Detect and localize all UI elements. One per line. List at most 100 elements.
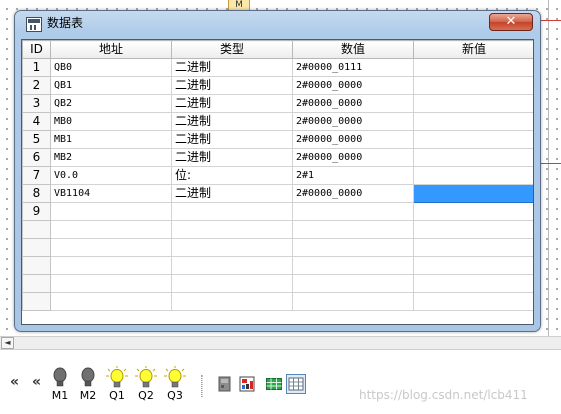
type-cell[interactable]: 二进制 bbox=[171, 76, 293, 95]
empty-cell[interactable] bbox=[413, 220, 533, 239]
row-id[interactable] bbox=[22, 256, 51, 275]
column-header-value[interactable]: 数值 bbox=[292, 40, 414, 59]
value-cell[interactable]: 2#0000_0000 bbox=[292, 112, 414, 131]
lamp-q3[interactable]: Q3 bbox=[163, 366, 187, 402]
new-value-cell-selected[interactable] bbox=[413, 184, 533, 203]
type-cell[interactable]: 二进制 bbox=[171, 130, 293, 149]
lamp-q2[interactable]: Q2 bbox=[134, 366, 158, 402]
canvas-divider bbox=[548, 0, 549, 338]
new-value-cell[interactable] bbox=[413, 202, 533, 221]
row-id[interactable]: 9 bbox=[22, 202, 51, 221]
address-cell[interactable]: QB1 bbox=[50, 76, 172, 95]
table-view-icon[interactable] bbox=[286, 374, 306, 394]
lamp-q1[interactable]: Q1 bbox=[105, 366, 129, 402]
lamp-m1[interactable]: M1 bbox=[48, 366, 72, 402]
new-value-cell[interactable] bbox=[413, 112, 533, 131]
address-cell[interactable]: VB1104 bbox=[50, 184, 172, 203]
value-cell[interactable]: 2#0000_0000 bbox=[292, 148, 414, 167]
row-id[interactable]: 6 bbox=[22, 148, 51, 167]
row-id[interactable]: 7 bbox=[22, 166, 51, 185]
empty-cell[interactable] bbox=[50, 220, 172, 239]
address-cell[interactable] bbox=[50, 202, 172, 221]
new-value-cell[interactable] bbox=[413, 58, 533, 77]
table-row: 7 V0.0 位: 2#1 bbox=[22, 166, 533, 185]
empty-cell[interactable] bbox=[292, 274, 414, 293]
row-id[interactable]: 3 bbox=[22, 94, 51, 113]
type-cell[interactable]: 二进制 bbox=[171, 184, 293, 203]
scroll-left-button[interactable]: ◄ bbox=[1, 337, 14, 349]
empty-cell[interactable] bbox=[50, 274, 172, 293]
empty-cell[interactable] bbox=[292, 256, 414, 275]
row-id[interactable]: 4 bbox=[22, 112, 51, 131]
column-header-address[interactable]: 地址 bbox=[50, 40, 172, 59]
type-cell[interactable]: 二进制 bbox=[171, 148, 293, 167]
table-green-icon[interactable] bbox=[266, 376, 282, 392]
row-id[interactable] bbox=[22, 220, 51, 239]
value-cell[interactable]: 2#0000_0000 bbox=[292, 184, 414, 203]
empty-cell[interactable] bbox=[171, 220, 293, 239]
empty-cell[interactable] bbox=[171, 238, 293, 257]
empty-cell[interactable] bbox=[50, 256, 172, 275]
type-cell[interactable]: 位: bbox=[171, 166, 293, 185]
empty-cell[interactable] bbox=[413, 292, 533, 311]
empty-cell[interactable] bbox=[413, 256, 533, 275]
empty-cell[interactable] bbox=[292, 220, 414, 239]
new-value-cell[interactable] bbox=[413, 148, 533, 167]
new-value-cell[interactable] bbox=[413, 166, 533, 185]
empty-cell[interactable] bbox=[171, 274, 293, 293]
empty-cell[interactable] bbox=[292, 238, 414, 257]
value-cell[interactable]: 2#1 bbox=[292, 166, 414, 185]
row-id[interactable]: 8 bbox=[22, 184, 51, 203]
type-cell[interactable]: 二进制 bbox=[171, 58, 293, 77]
new-value-cell[interactable] bbox=[413, 94, 533, 113]
lamp-m2[interactable]: M2 bbox=[76, 366, 100, 402]
value-cell[interactable]: 2#0000_0000 bbox=[292, 76, 414, 95]
type-cell[interactable]: 二进制 bbox=[171, 112, 293, 131]
device-icon[interactable] bbox=[217, 376, 233, 392]
value-cell[interactable] bbox=[292, 202, 414, 221]
address-cell[interactable]: V0.0 bbox=[50, 166, 172, 185]
row-id[interactable]: 5 bbox=[22, 130, 51, 149]
column-header-id[interactable]: ID bbox=[22, 40, 51, 59]
value-cell[interactable]: 2#0000_0000 bbox=[292, 94, 414, 113]
column-header-new-value[interactable]: 新值 bbox=[413, 40, 533, 59]
data-grid[interactable]: ID 地址 类型 数值 新值 1 QB0 二进制 2#0000_0111 2 Q… bbox=[21, 39, 534, 325]
empty-cell[interactable] bbox=[292, 292, 414, 311]
address-cell[interactable]: MB0 bbox=[50, 112, 172, 131]
lamp-on-icon bbox=[106, 366, 128, 388]
bottom-toolbar: « « M1 M2 Q1 Q2 Q3 bbox=[0, 351, 561, 414]
lamp-label: M2 bbox=[79, 389, 97, 402]
horizontal-scrollbar[interactable]: ◄ bbox=[0, 336, 561, 350]
nav-back-icon[interactable]: « bbox=[32, 375, 41, 389]
empty-cell[interactable] bbox=[413, 274, 533, 293]
empty-cell[interactable] bbox=[413, 238, 533, 257]
row-id[interactable]: 2 bbox=[22, 76, 51, 95]
empty-row bbox=[22, 292, 533, 311]
close-button[interactable]: ✕ bbox=[489, 13, 533, 31]
empty-cell[interactable] bbox=[171, 292, 293, 311]
new-value-cell[interactable] bbox=[413, 130, 533, 149]
value-cell[interactable]: 2#0000_0111 bbox=[292, 58, 414, 77]
data-table-dialog[interactable]: 数据表 ✕ ID 地址 类型 数值 新值 1 QB0 二进制 2#0000_01… bbox=[14, 10, 541, 332]
nav-back-icon[interactable]: « bbox=[10, 375, 19, 389]
chart-icon[interactable] bbox=[239, 376, 255, 392]
type-cell[interactable]: 二进制 bbox=[171, 94, 293, 113]
column-header-type[interactable]: 类型 bbox=[171, 40, 293, 59]
lamp-off-icon bbox=[53, 367, 67, 387]
new-value-cell[interactable] bbox=[413, 76, 533, 95]
row-id[interactable] bbox=[22, 274, 51, 293]
empty-cell[interactable] bbox=[50, 292, 172, 311]
table-row: 1 QB0 二进制 2#0000_0111 bbox=[22, 58, 533, 77]
row-id[interactable] bbox=[22, 292, 51, 311]
address-cell[interactable]: MB1 bbox=[50, 130, 172, 149]
empty-cell[interactable] bbox=[171, 256, 293, 275]
type-cell[interactable] bbox=[171, 202, 293, 221]
value-cell[interactable]: 2#0000_0000 bbox=[292, 130, 414, 149]
row-id[interactable]: 1 bbox=[22, 58, 51, 77]
address-cell[interactable]: MB2 bbox=[50, 148, 172, 167]
dialog-titlebar[interactable]: 数据表 ✕ bbox=[15, 11, 540, 35]
address-cell[interactable]: QB2 bbox=[50, 94, 172, 113]
address-cell[interactable]: QB0 bbox=[50, 58, 172, 77]
row-id[interactable] bbox=[22, 238, 51, 257]
empty-cell[interactable] bbox=[50, 238, 172, 257]
